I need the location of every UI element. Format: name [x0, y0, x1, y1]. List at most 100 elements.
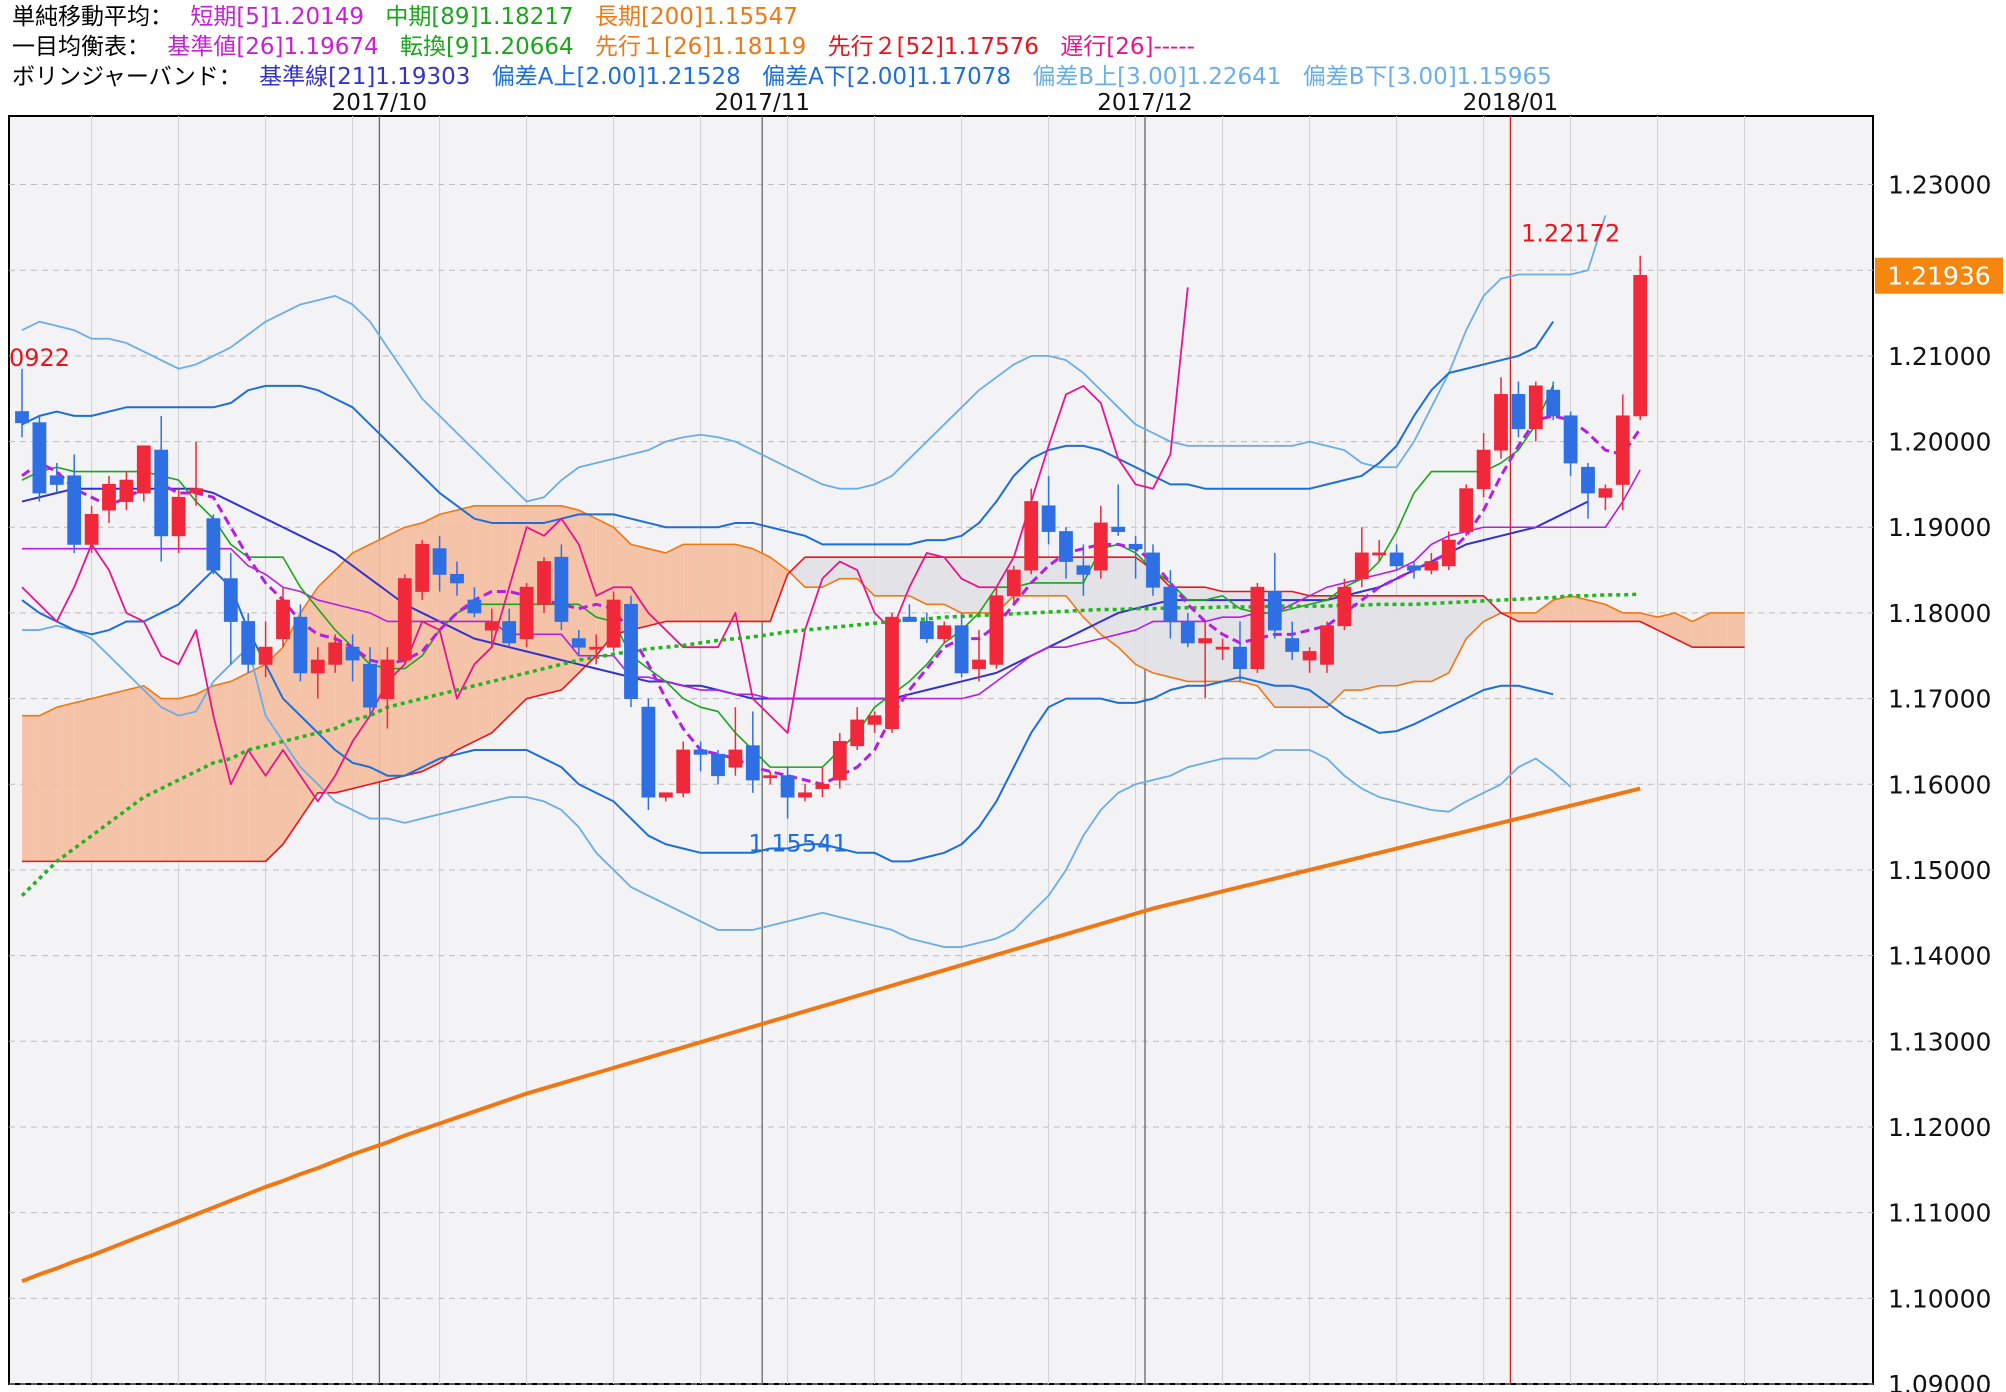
x-month-label: 2017/11 [714, 90, 810, 116]
y-tick-label: 1.12000 [1888, 1113, 1991, 1142]
ichimoku-cloud [1379, 595, 1397, 686]
y-tick-label: 1.23000 [1888, 171, 1991, 200]
candle-body [1459, 488, 1474, 532]
candle-body [502, 621, 517, 644]
candle-body [1511, 394, 1526, 430]
candle-body [1337, 586, 1352, 627]
candle-body [1424, 561, 1439, 571]
candle-body [1494, 394, 1508, 451]
candle-body [171, 496, 186, 537]
candle-body [711, 753, 725, 777]
ichimoku-cloud [944, 557, 962, 613]
candle-body [1093, 522, 1108, 571]
candle-body [867, 715, 882, 725]
ichimoku-cloud [1709, 612, 1728, 648]
y-tick-label: 1.09000 [1888, 1370, 1991, 1392]
ichimoku-cloud [39, 707, 57, 862]
ichimoku-cloud [1396, 595, 1414, 686]
candle-body [1546, 389, 1561, 417]
candle-body [328, 642, 343, 665]
y-tick-label: 1.15000 [1888, 856, 1991, 885]
y-tick-label: 1.10000 [1888, 1284, 1991, 1313]
candle-body [1076, 565, 1091, 575]
candle-body [345, 646, 360, 661]
candle-body [606, 599, 621, 648]
candle-body [902, 616, 917, 622]
candle-body [484, 621, 499, 631]
candle [1024, 488, 1039, 575]
y-tick-label: 1.21000 [1888, 342, 1991, 371]
candle [606, 591, 621, 652]
ichimoku-cloud [457, 505, 475, 750]
candle-body [189, 488, 203, 494]
ichimoku-cloud [1100, 557, 1119, 648]
candle-body [1476, 449, 1491, 490]
candle-body [1302, 651, 1317, 661]
candle-body [1233, 646, 1247, 670]
candle-body [397, 578, 412, 661]
candle-body [1285, 638, 1300, 652]
ichimoku-cloud [700, 544, 718, 622]
candle-body [1389, 552, 1404, 567]
candle [1250, 582, 1265, 673]
ichimoku-cloud [1431, 595, 1449, 682]
candle-body [1198, 638, 1213, 644]
candle [885, 612, 899, 733]
ichimoku-cloud [752, 548, 771, 622]
candle-body [380, 659, 395, 699]
price-annotation: 1.22172 [1521, 219, 1620, 247]
price-chart[interactable]: 1.09000 1.10000 1.11000 1.12000 1.13000 1.140… [0, 0, 2006, 1392]
candle-body [258, 646, 273, 665]
candle-body [728, 749, 743, 768]
candle-body [589, 646, 604, 650]
candle [641, 698, 656, 810]
ichimoku-cloud [805, 557, 823, 588]
ichimoku-cloud [1205, 587, 1223, 682]
y-tick-label: 1.13000 [1888, 1027, 1991, 1056]
y-tick-label: 1.19000 [1888, 513, 1991, 542]
ichimoku-cloud [1361, 595, 1380, 691]
candle [537, 557, 551, 613]
candle-body [798, 792, 812, 798]
candle-body [119, 479, 134, 502]
candle-body [919, 621, 934, 640]
candle-body [1180, 621, 1195, 644]
candle-body [832, 741, 847, 781]
candle-body [571, 638, 586, 648]
candle-body [1111, 526, 1126, 532]
candle-body [1267, 591, 1282, 631]
candle-body [1320, 625, 1334, 665]
ichimoku-cloud [1622, 612, 1641, 622]
ichimoku-cloud [143, 685, 162, 862]
candle-body [467, 599, 482, 614]
candle-body [1059, 531, 1073, 562]
ichimoku-cloud [683, 544, 701, 622]
candle-body [1354, 552, 1369, 580]
candle-body [293, 616, 308, 674]
candle-body [432, 548, 447, 575]
candle-body [154, 449, 169, 537]
candle [519, 582, 534, 648]
candle-body [745, 745, 760, 781]
y-tick-label: 1.14000 [1888, 942, 1991, 971]
ichimoku-cloud [892, 557, 910, 596]
candle-body [815, 783, 830, 789]
candle-body [763, 775, 778, 779]
ichimoku-cloud [178, 694, 196, 862]
candle-body [641, 706, 656, 798]
candle-body [415, 543, 430, 592]
candle-body [954, 625, 969, 674]
x-axis: 2017/10 2017/11 2017/12 2018/01 [332, 90, 1559, 116]
candle-body [1006, 569, 1021, 597]
ichimoku-cloud [1727, 612, 1745, 648]
candle-body [1250, 586, 1265, 670]
candle-body [1215, 646, 1230, 650]
candle-body [676, 749, 691, 794]
candle-body [624, 603, 638, 699]
candle-body [310, 659, 325, 674]
price-annotation: 1.15541 [748, 830, 847, 858]
candle-body [1528, 385, 1543, 430]
candle-body [989, 595, 1004, 665]
candle-body [1563, 415, 1578, 464]
ichimoku-cloud [126, 685, 144, 862]
